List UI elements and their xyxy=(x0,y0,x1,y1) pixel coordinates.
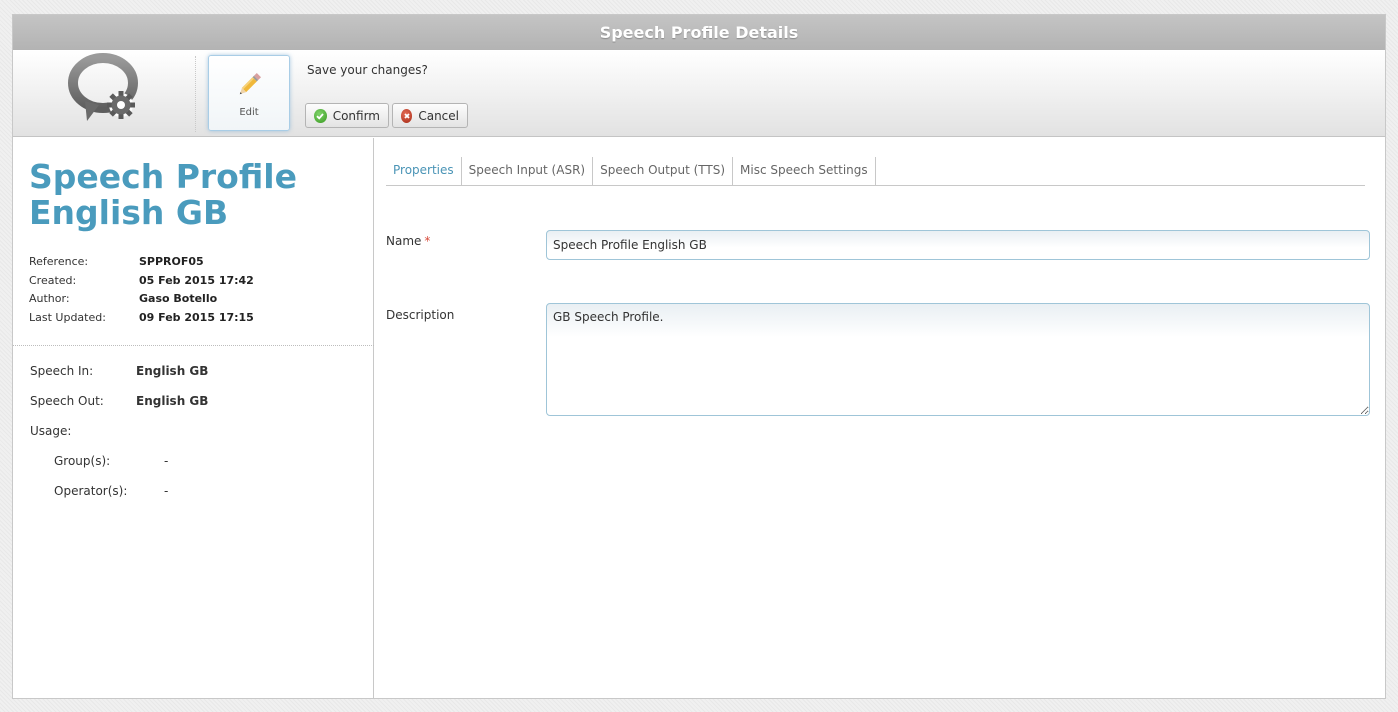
save-prompt: Save your changes? xyxy=(307,63,428,77)
speech-in-row: Speech In: English GB xyxy=(30,364,208,394)
speech-out-value: English GB xyxy=(136,394,209,408)
meta-label: Created: xyxy=(29,273,77,287)
properties-panel: Properties Speech Input (ASR) Speech Out… xyxy=(386,138,1376,699)
cancel-label: Cancel xyxy=(418,108,459,123)
groups-row: Group(s): - xyxy=(30,454,208,484)
speech-in-label: Speech In: xyxy=(30,364,94,378)
groups-label: Group(s): xyxy=(54,454,111,468)
required-mark: * xyxy=(424,234,431,248)
speech-bubble-gear-icon xyxy=(63,53,147,123)
usage-row: Usage: xyxy=(30,424,208,454)
tab-properties[interactable]: Properties xyxy=(386,157,462,185)
cancel-button[interactable]: Cancel xyxy=(392,103,468,128)
confirm-label: Confirm xyxy=(332,108,380,123)
meta-value: 09 Feb 2015 17:15 xyxy=(139,310,254,324)
operators-value: - xyxy=(164,484,169,498)
window-title: Speech Profile Details xyxy=(13,15,1385,50)
meta-row-created: Created: 05 Feb 2015 17:42 xyxy=(29,274,254,293)
operators-label: Operator(s): xyxy=(54,484,128,498)
meta-label: Last Updated: xyxy=(29,310,106,324)
profile-usage-info: Speech In: English GB Speech Out: Englis… xyxy=(30,364,208,514)
profile-summary-panel: Speech Profile English GB Reference: SPP… xyxy=(13,138,374,699)
check-circle-icon xyxy=(314,108,327,123)
usage-label: Usage: xyxy=(30,424,72,438)
speech-profile-window: Speech Profile Details Edit Save your ch… xyxy=(12,14,1386,699)
meta-row-author: Author: Gaso Botello xyxy=(29,292,254,311)
groups-value: - xyxy=(164,454,169,468)
tab-speech-output[interactable]: Speech Output (TTS) xyxy=(593,157,734,185)
divider xyxy=(13,345,374,346)
edit-button[interactable]: Edit xyxy=(208,55,290,131)
speech-in-value: English GB xyxy=(136,364,209,378)
tab-speech-input[interactable]: Speech Input (ASR) xyxy=(462,157,594,185)
pencil-icon xyxy=(239,72,262,95)
name-label-group: Name * xyxy=(386,234,430,248)
description-field[interactable]: GB Speech Profile. xyxy=(546,303,1370,416)
meta-value: 05 Feb 2015 17:42 xyxy=(139,273,254,287)
speech-out-row: Speech Out: English GB xyxy=(30,394,208,424)
operators-row: Operator(s): - xyxy=(30,484,208,514)
meta-row-last-updated: Last Updated: 09 Feb 2015 17:15 xyxy=(29,311,254,330)
meta-label: Author: xyxy=(29,292,70,305)
profile-title: Speech Profile English GB xyxy=(29,157,297,232)
meta-value: SPPROF05 xyxy=(139,255,204,268)
name-field[interactable] xyxy=(546,230,1370,260)
toolbar: Edit Save your changes? Confirm Cancel xyxy=(13,50,1385,137)
profile-meta: Reference: SPPROF05 Created: 05 Feb 2015… xyxy=(29,255,254,329)
meta-value: Gaso Botello xyxy=(139,292,218,305)
meta-row-reference: Reference: SPPROF05 xyxy=(29,255,254,274)
x-circle-icon xyxy=(401,108,413,123)
speech-out-label: Speech Out: xyxy=(30,394,104,408)
name-label: Name xyxy=(386,234,422,248)
tab-bar: Properties Speech Input (ASR) Speech Out… xyxy=(386,157,1365,186)
meta-label: Reference: xyxy=(29,255,89,268)
toolbar-divider xyxy=(195,56,196,132)
edit-label: Edit xyxy=(239,107,259,118)
tab-misc-speech-settings[interactable]: Misc Speech Settings xyxy=(733,157,876,185)
confirm-button[interactable]: Confirm xyxy=(305,103,389,128)
description-label: Description xyxy=(386,308,455,322)
